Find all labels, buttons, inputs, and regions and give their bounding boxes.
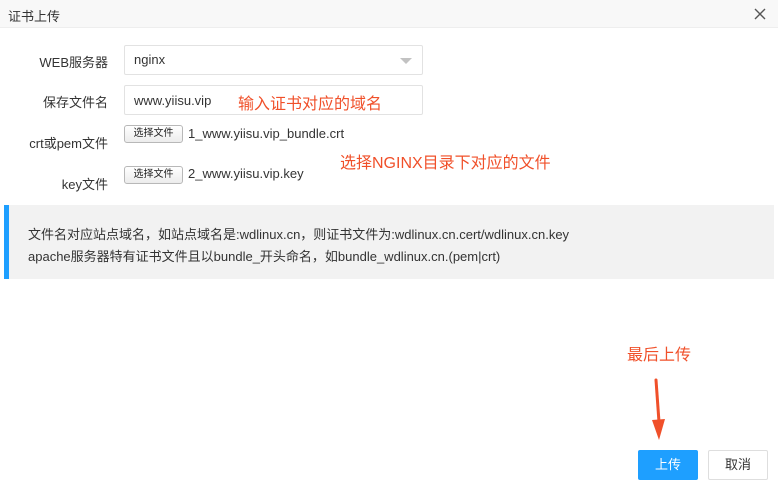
info-line-2: apache服务器特有证书文件且以bundle_开头命名，如bundle_wdl… — [28, 249, 501, 264]
select-hint-annotation: 选择NGINX目录下对应的文件 — [340, 155, 551, 172]
dialog-title: 证书上传 — [8, 9, 61, 24]
info-line-1: 文件名对应站点域名，如站点域名是:wdlinux.cn，则证书文件为:wdlin… — [28, 227, 570, 242]
cert-upload-dialog: 证书上传 WEB服务器 nginx 保存文件名 输入证书对应的域名 crt或pe… — [0, 0, 778, 488]
web-server-label: WEB服务器 — [39, 55, 108, 70]
info-box: 文件名对应站点域名，如站点域名是:wdlinux.cn，则证书文件为:wdlin… — [4, 205, 774, 279]
key-file-name: 2_www.yiisu.vip.key — [188, 166, 304, 181]
input-hint-annotation: 输入证书对应的域名 — [238, 96, 383, 113]
crt-choose-file-button[interactable]: 选择文件 — [124, 125, 183, 143]
upload-hint-annotation: 最后上传 — [627, 347, 692, 364]
upload-button[interactable]: 上传 — [638, 450, 698, 480]
key-label: key文件 — [61, 177, 108, 192]
web-server-value: nginx — [134, 52, 166, 67]
chevron-down-icon — [400, 58, 412, 64]
cancel-button[interactable]: 取消 — [708, 450, 768, 480]
close-icon — [754, 8, 766, 20]
crt-file-name: 1_www.yiisu.vip_bundle.crt — [188, 126, 345, 141]
crt-label: crt或pem文件 — [29, 136, 108, 151]
dialog-titlebar: 证书上传 — [0, 0, 778, 28]
close-button[interactable] — [750, 4, 770, 24]
key-choose-file-button[interactable]: 选择文件 — [124, 166, 183, 184]
arrow-down-icon — [652, 378, 665, 440]
web-server-select[interactable]: nginx — [124, 45, 423, 75]
filename-label: 保存文件名 — [42, 95, 108, 110]
